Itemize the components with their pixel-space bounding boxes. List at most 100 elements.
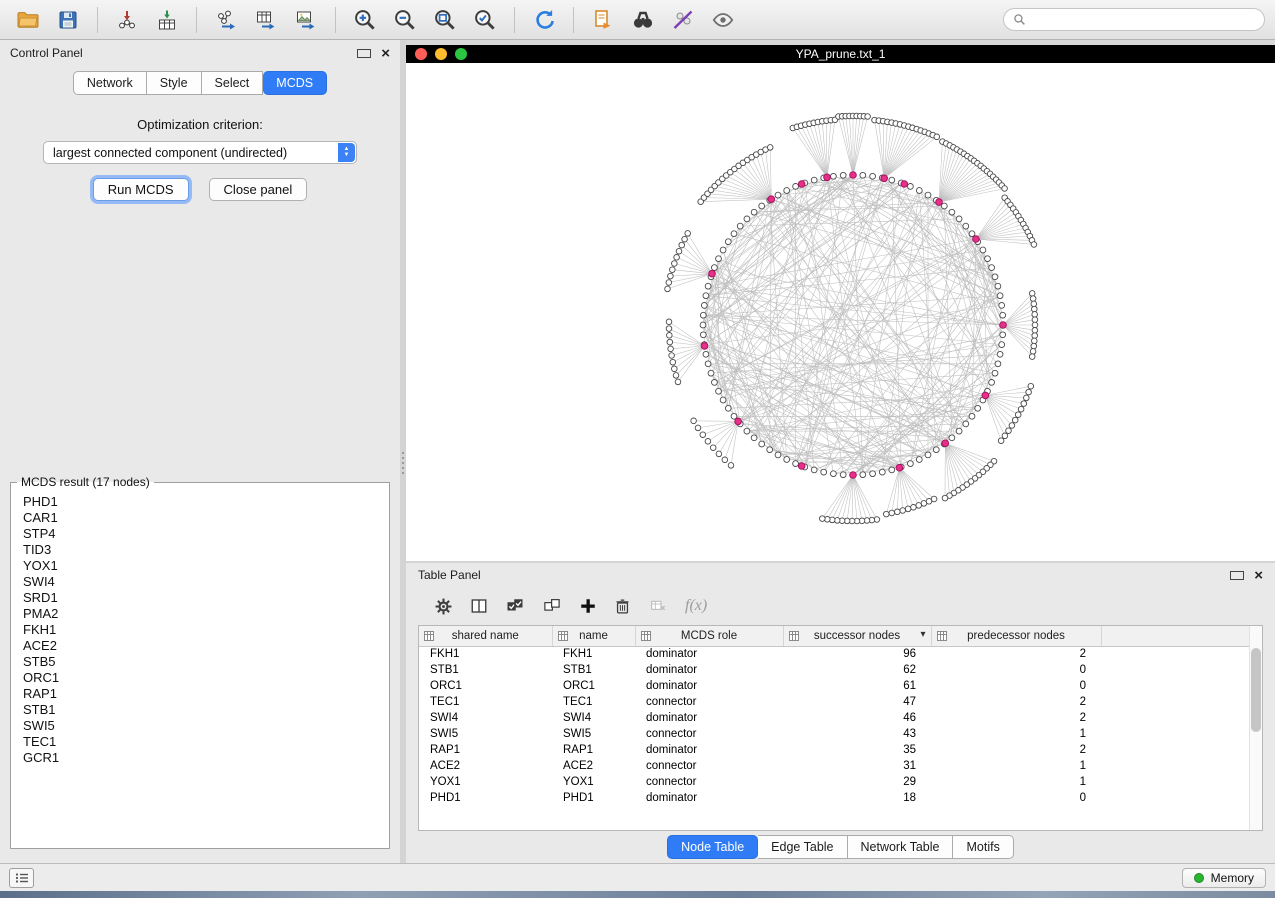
cell-shared_name[interactable]: SWI5 [419,726,552,742]
open-session-button[interactable] [10,5,46,35]
cell-predecessors[interactable]: 2 [931,710,1101,726]
column-header-name[interactable]: name [552,626,635,646]
delete-column-button[interactable] [614,597,631,616]
table-row[interactable]: STB1STB1dominator620 [419,662,1249,678]
close-table-panel-icon[interactable]: × [1254,568,1263,583]
network-window-titlebar[interactable]: YPA_prune.txt_1 [406,45,1275,63]
cell-role[interactable]: dominator [635,742,783,758]
table-row[interactable]: PHD1PHD1dominator180 [419,790,1249,806]
function-builder-button[interactable]: f(x) [685,597,707,615]
cell-name[interactable]: PHD1 [552,790,635,806]
table-row[interactable]: ACE2ACE2connector311 [419,758,1249,774]
table-row[interactable]: YOX1YOX1connector291 [419,774,1249,790]
table-settings-button[interactable] [434,597,453,616]
cell-name[interactable]: TEC1 [552,694,635,710]
cell-name[interactable]: ORC1 [552,678,635,694]
column-header-successor-nodes[interactable]: successor nodes▾ [783,626,931,646]
mcds-result-item[interactable]: TEC1 [23,734,377,750]
cell-role[interactable]: connector [635,694,783,710]
minimize-window-icon[interactable] [435,48,447,60]
cell-predecessors[interactable]: 2 [931,646,1101,662]
mcds-result-item[interactable]: ACE2 [23,638,377,654]
cell-successors[interactable]: 29 [783,774,931,790]
table-row[interactable]: ORC1ORC1dominator610 [419,678,1249,694]
close-panel-button[interactable]: Close panel [209,178,308,201]
cell-shared_name[interactable]: STB1 [419,662,552,678]
zoom-in-button[interactable] [347,5,383,35]
share-document-button[interactable] [585,5,621,35]
mcds-result-item[interactable]: RAP1 [23,686,377,702]
table-row[interactable]: FKH1FKH1dominator962 [419,646,1249,662]
mcds-result-item[interactable]: SWI5 [23,718,377,734]
mcds-result-item[interactable]: YOX1 [23,558,377,574]
mcds-result-item[interactable]: STP4 [23,526,377,542]
cell-shared_name[interactable]: TEC1 [419,694,552,710]
maximize-window-icon[interactable] [455,48,467,60]
cell-predecessors[interactable]: 2 [931,694,1101,710]
cell-predecessors[interactable]: 1 [931,726,1101,742]
vertical-splitter[interactable] [400,40,406,863]
cell-successors[interactable]: 35 [783,742,931,758]
delete-table-button-disabled[interactable] [648,598,668,614]
mcds-result-item[interactable]: TID3 [23,542,377,558]
table-row[interactable]: TEC1TEC1connector472 [419,694,1249,710]
column-header-predecessor-nodes[interactable]: predecessor nodes [931,626,1101,646]
float-panel-icon[interactable] [357,49,371,58]
cell-name[interactable]: SWI4 [552,710,635,726]
cell-successors[interactable]: 61 [783,678,931,694]
network-canvas[interactable] [406,63,1275,561]
mcds-result-item[interactable]: SWI4 [23,574,377,590]
tab-style[interactable]: Style [147,71,202,95]
export-image-button[interactable] [288,5,324,35]
cell-role[interactable]: connector [635,774,783,790]
table-row[interactable]: SWI4SWI4dominator462 [419,710,1249,726]
network-graph[interactable] [406,63,1275,561]
cell-successors[interactable]: 46 [783,710,931,726]
import-network-button[interactable] [109,5,145,35]
tab-network-table[interactable]: Network Table [848,835,954,859]
mcds-result-item[interactable]: CAR1 [23,510,377,526]
cell-role[interactable]: dominator [635,710,783,726]
cell-name[interactable]: ACE2 [552,758,635,774]
cell-name[interactable]: RAP1 [552,742,635,758]
search-input[interactable] [1032,12,1255,28]
hide-graphics-button[interactable] [665,5,701,35]
close-panel-icon[interactable]: × [381,46,390,61]
cell-successors[interactable]: 43 [783,726,931,742]
cell-role[interactable]: dominator [635,678,783,694]
table-scrollbar-thumb[interactable] [1251,648,1261,732]
select-all-columns-button[interactable] [505,597,525,615]
cell-name[interactable]: STB1 [552,662,635,678]
mcds-result-item[interactable]: STB1 [23,702,377,718]
mcds-result-item[interactable]: GCR1 [23,750,377,766]
tab-mcds[interactable]: MCDS [263,71,327,95]
close-window-icon[interactable] [415,48,427,60]
cell-successors[interactable]: 18 [783,790,931,806]
float-table-panel-icon[interactable] [1230,571,1244,580]
cell-name[interactable]: SWI5 [552,726,635,742]
cell-predecessors[interactable]: 2 [931,742,1101,758]
mcds-result-item[interactable]: SRD1 [23,590,377,606]
cell-successors[interactable]: 62 [783,662,931,678]
cell-role[interactable]: connector [635,726,783,742]
unselect-all-columns-button[interactable] [542,597,562,615]
cell-predecessors[interactable]: 0 [931,678,1101,694]
show-graphics-button[interactable] [705,5,741,35]
mcds-result-item[interactable]: PHD1 [23,494,377,510]
cell-role[interactable]: connector [635,758,783,774]
memory-button[interactable]: Memory [1182,868,1266,888]
mcds-result-item[interactable]: STB5 [23,654,377,670]
export-network-button[interactable] [208,5,244,35]
criterion-select[interactable]: largest connected component (undirected)… [43,141,357,164]
cell-shared_name[interactable]: ACE2 [419,758,552,774]
tab-node-table[interactable]: Node Table [667,835,758,859]
tab-edge-table[interactable]: Edge Table [758,835,847,859]
mcds-result-item[interactable]: ORC1 [23,670,377,686]
cell-role[interactable]: dominator [635,646,783,662]
import-table-button[interactable] [149,5,185,35]
zoom-selected-button[interactable] [467,5,503,35]
show-panels-button[interactable] [9,868,34,888]
zoom-fit-button[interactable] [427,5,463,35]
cell-name[interactable]: FKH1 [552,646,635,662]
cell-shared_name[interactable]: PHD1 [419,790,552,806]
